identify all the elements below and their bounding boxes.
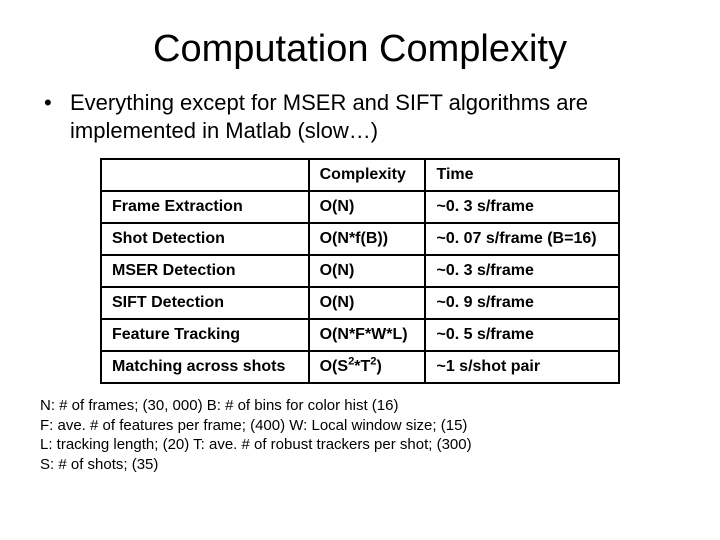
row-label: Feature Tracking xyxy=(101,319,309,351)
header-empty xyxy=(101,159,309,191)
row-complexity: O(N*f(B)) xyxy=(309,223,426,255)
table-row: Frame Extraction O(N) ~0. 3 s/frame xyxy=(101,191,619,223)
bullet-item: • Everything except for MSER and SIFT al… xyxy=(44,89,690,144)
table-row: Matching across shots O(S2*T2) ~1 s/shot… xyxy=(101,351,619,383)
row-complexity: O(N) xyxy=(309,287,426,319)
complexity-table: Complexity Time Frame Extraction O(N) ~0… xyxy=(100,158,620,384)
bullet-text: Everything except for MSER and SIFT algo… xyxy=(70,89,690,144)
row-time: ~0. 3 s/frame xyxy=(425,191,619,223)
table-header-row: Complexity Time xyxy=(101,159,619,191)
legend-line: S: # of shots; (35) xyxy=(40,455,690,475)
row-time: ~0. 3 s/frame xyxy=(425,255,619,287)
legend-line: L: tracking length; (20) T: ave. # of ro… xyxy=(40,435,690,455)
row-complexity: O(N*F*W*L) xyxy=(309,319,426,351)
row-label: Matching across shots xyxy=(101,351,309,383)
table-row: Shot Detection O(N*f(B)) ~0. 07 s/frame … xyxy=(101,223,619,255)
bullet-dot-icon: • xyxy=(44,89,70,117)
table-row: MSER Detection O(N) ~0. 3 s/frame xyxy=(101,255,619,287)
row-label: Frame Extraction xyxy=(101,191,309,223)
row-label: SIFT Detection xyxy=(101,287,309,319)
row-label: Shot Detection xyxy=(101,223,309,255)
row-complexity: O(N) xyxy=(309,255,426,287)
slide-title: Computation Complexity xyxy=(30,28,690,71)
header-time: Time xyxy=(425,159,619,191)
row-complexity: O(N) xyxy=(309,191,426,223)
legend-line: N: # of frames; (30, 000) B: # of bins f… xyxy=(40,396,690,416)
row-label: MSER Detection xyxy=(101,255,309,287)
table-row: Feature Tracking O(N*F*W*L) ~0. 5 s/fram… xyxy=(101,319,619,351)
row-time: ~0. 5 s/frame xyxy=(425,319,619,351)
row-time: ~0. 07 s/frame (B=16) xyxy=(425,223,619,255)
table-row: SIFT Detection O(N) ~0. 9 s/frame xyxy=(101,287,619,319)
legend: N: # of frames; (30, 000) B: # of bins f… xyxy=(40,396,690,474)
slide: Computation Complexity • Everything exce… xyxy=(0,0,720,540)
row-complexity: O(S2*T2) xyxy=(309,351,426,383)
header-complexity: Complexity xyxy=(309,159,426,191)
row-time: ~1 s/shot pair xyxy=(425,351,619,383)
legend-line: F: ave. # of features per frame; (400) W… xyxy=(40,416,690,436)
row-time: ~0. 9 s/frame xyxy=(425,287,619,319)
